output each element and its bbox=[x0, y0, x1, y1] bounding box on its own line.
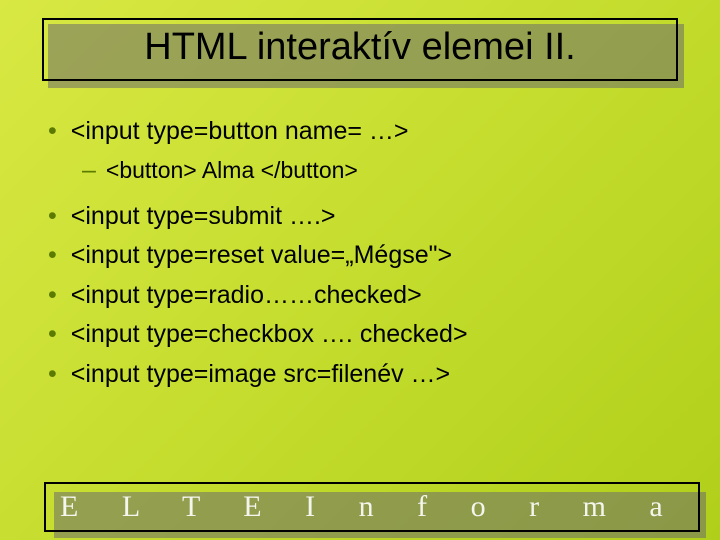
bullet-icon: • bbox=[48, 356, 57, 394]
bullet-icon: • bbox=[48, 237, 57, 275]
slide-title: HTML interaktív elemei II. bbox=[54, 26, 666, 69]
footer-bar: E L T E I n f o r m a t i k a bbox=[44, 482, 700, 532]
bullet-item: • <input type=checkbox …. checked> bbox=[48, 316, 672, 354]
content-area: • <input type=button name= …> – <button>… bbox=[48, 113, 672, 393]
title-container: HTML interaktív elemei II. bbox=[42, 18, 678, 81]
bullet-item: • <input type=button name= …> bbox=[48, 113, 672, 151]
bullet-item: • <input type=submit ….> bbox=[48, 198, 672, 236]
sub-bullet-item: – <button> Alma </button> bbox=[82, 153, 672, 188]
footer-text: E L T E I n f o r m a t i k a bbox=[60, 490, 700, 524]
bullet-item: • <input type=reset value=„Mégse"> bbox=[48, 237, 672, 275]
bullet-text: <input type=submit ….> bbox=[71, 198, 336, 236]
bullet-text: <input type=radio……checked> bbox=[71, 277, 422, 315]
bullet-item: • <input type=radio……checked> bbox=[48, 277, 672, 315]
bullet-text: <input type=checkbox …. checked> bbox=[71, 316, 468, 354]
bullet-text: <input type=button name= …> bbox=[71, 113, 409, 151]
bullet-text: <input type=reset value=„Mégse"> bbox=[71, 237, 452, 275]
footer-container: E L T E I n f o r m a t i k a bbox=[44, 482, 700, 532]
dash-icon: – bbox=[82, 153, 96, 188]
bullet-icon: • bbox=[48, 198, 57, 236]
bullet-icon: • bbox=[48, 316, 57, 354]
sub-bullet-text: <button> Alma </button> bbox=[106, 153, 358, 188]
bullet-text: <input type=image src=filenév …> bbox=[71, 356, 450, 394]
title-bar: HTML interaktív elemei II. bbox=[42, 18, 678, 81]
slide: HTML interaktív elemei II. • <input type… bbox=[0, 18, 720, 540]
bullet-icon: • bbox=[48, 113, 57, 151]
bullet-item: • <input type=image src=filenév …> bbox=[48, 356, 672, 394]
bullet-icon: • bbox=[48, 277, 57, 315]
